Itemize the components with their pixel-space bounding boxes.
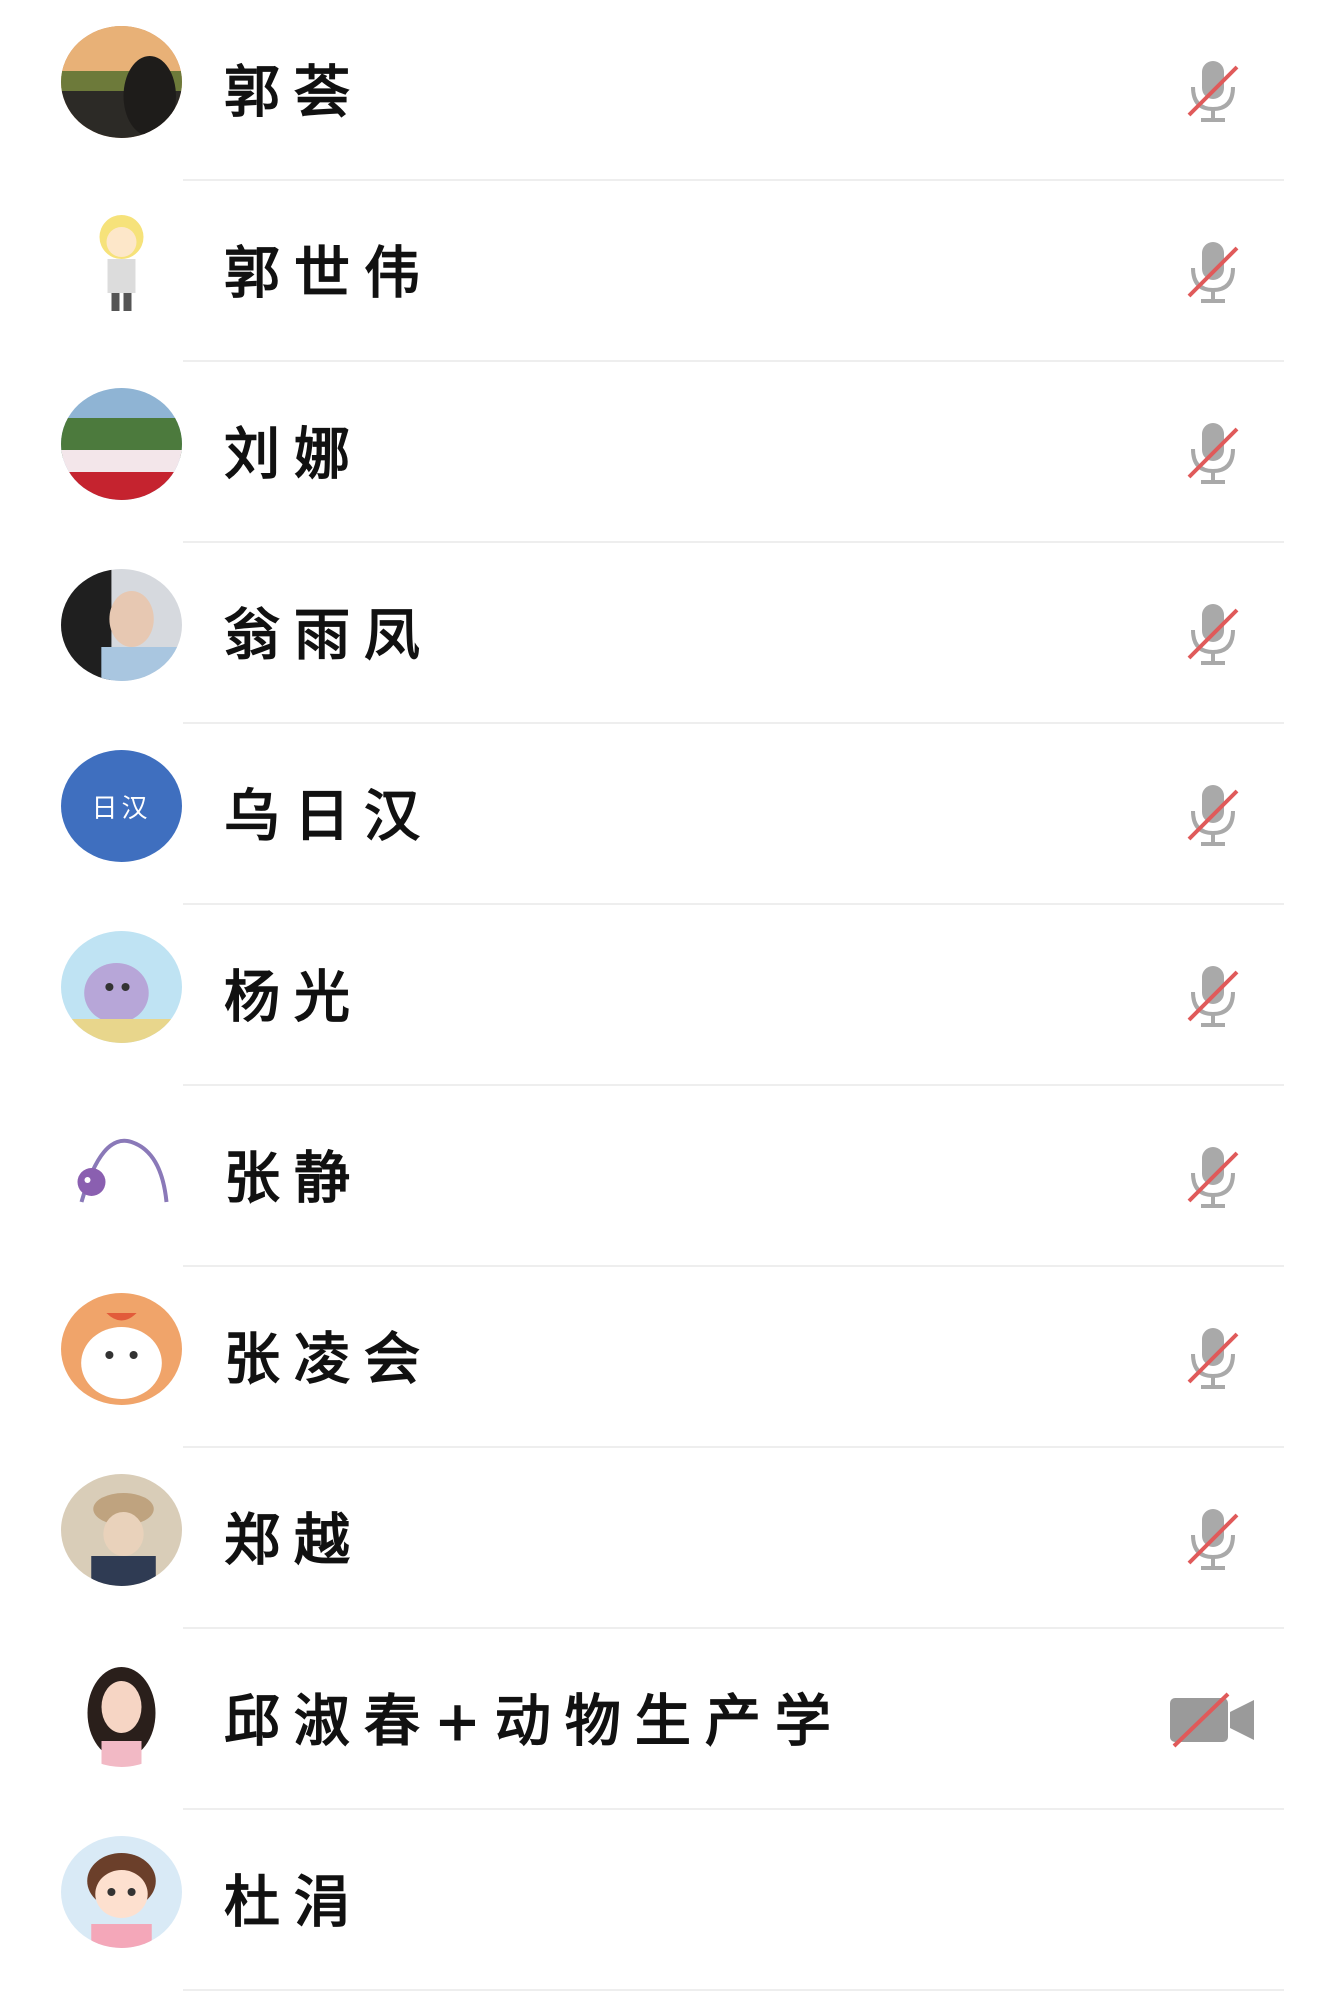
participant-row[interactable]: 郭荟 <box>0 0 1344 181</box>
mic-muted-icon <box>1168 1137 1258 1217</box>
avatar <box>61 26 182 138</box>
participant-row[interactable]: 张静 <box>0 1086 1344 1267</box>
participant-row[interactable]: 刘娜 <box>0 362 1344 543</box>
participant-name: 刘娜 <box>224 420 364 487</box>
initials-avatar: 日汉 <box>61 750 182 862</box>
mic-muted-icon <box>1168 51 1258 131</box>
avatar <box>61 388 182 500</box>
mic-muted-icon <box>1168 775 1258 855</box>
participant-name: 郭荟 <box>224 58 364 125</box>
mic-muted-icon <box>1168 1499 1258 1579</box>
avatar <box>61 569 182 681</box>
video-off-icon <box>1168 1680 1258 1760</box>
participant-name: 郭世伟 <box>224 239 434 306</box>
avatar <box>61 1655 182 1767</box>
participant-name: 邱淑春+动物生产学 <box>224 1687 845 1754</box>
participant-name: 杜涓 <box>224 1868 364 1935</box>
participant-name: 乌日汉 <box>224 782 434 849</box>
mic-muted-icon <box>1168 594 1258 674</box>
mic-muted-icon <box>1168 956 1258 1036</box>
participant-row[interactable]: 杨光 <box>0 905 1344 1086</box>
participant-name: 杨光 <box>224 963 364 1030</box>
mic-muted-icon <box>1168 1318 1258 1398</box>
avatar <box>61 1836 182 1948</box>
avatar <box>61 931 182 1043</box>
participant-name: 张凌会 <box>224 1325 434 1392</box>
avatar <box>61 207 182 319</box>
participant-row[interactable]: 张凌会 <box>0 1267 1344 1448</box>
avatar <box>61 1474 182 1586</box>
participant-row[interactable]: 杜涓 <box>0 1810 1344 1991</box>
participant-name: 郑越 <box>224 1506 364 1573</box>
participant-row[interactable]: 郭世伟 <box>0 181 1344 362</box>
participant-row[interactable]: 翁雨凤 <box>0 543 1344 724</box>
participant-row[interactable]: 郑越 <box>0 1448 1344 1629</box>
mic-muted-icon <box>1168 413 1258 493</box>
participant-list: 郭荟 郭世伟 刘娜 翁雨凤 日汉 乌日汉 杨光 张静 张凌会 郑越 邱淑春+动物… <box>0 0 1344 1991</box>
participant-row[interactable]: 邱淑春+动物生产学 <box>0 1629 1344 1810</box>
avatar <box>61 1112 182 1224</box>
participant-row[interactable]: 日汉 乌日汉 <box>0 724 1344 905</box>
avatar-initials: 日汉 <box>91 793 152 824</box>
mic-muted-icon <box>1168 232 1258 312</box>
avatar <box>61 1293 182 1405</box>
participant-name: 张静 <box>224 1144 364 1211</box>
participant-name: 翁雨凤 <box>224 601 434 668</box>
